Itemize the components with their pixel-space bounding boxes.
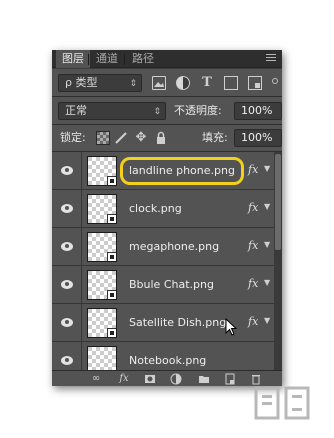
eye-icon: [61, 204, 73, 213]
layer-row[interactable]: megaphone.png fx ▼: [52, 228, 274, 266]
visibility-toggle[interactable]: [52, 228, 82, 266]
eye-icon: [61, 356, 73, 365]
link-layers-icon[interactable]: ∞: [90, 373, 102, 385]
tab-layers[interactable]: 图层: [56, 50, 90, 68]
layer-effects-icon[interactable]: fx: [248, 315, 258, 328]
filter-row: ρ 类型 ⇕ T: [52, 69, 282, 97]
expand-effects-icon[interactable]: ▼: [264, 316, 270, 325]
lock-image-pixels-icon[interactable]: [114, 131, 128, 145]
visibility-toggle[interactable]: [52, 152, 82, 190]
layer-name[interactable]: clock.png: [129, 202, 182, 215]
scrollbar-thumb[interactable]: [275, 154, 281, 250]
adjustment-filter-icon[interactable]: [176, 76, 190, 90]
smart-object-badge-icon: [107, 290, 116, 299]
layer-row[interactable]: clock.png fx ▼: [52, 190, 274, 228]
smart-object-badge-icon: [107, 328, 116, 337]
layer-thumbnail[interactable]: [87, 232, 117, 262]
smart-object-badge-icon: [107, 252, 116, 261]
expand-effects-icon[interactable]: ▼: [264, 202, 270, 211]
layer-thumbnail[interactable]: [87, 156, 117, 186]
fill-value: 100%: [241, 131, 273, 144]
panel-footer: ∞ fx: [52, 370, 282, 386]
panel-tab-bar: 图层 通道 路径: [52, 50, 282, 68]
layer-effects-icon[interactable]: fx: [248, 239, 258, 252]
smart-object-badge-icon: [107, 176, 116, 185]
visibility-toggle[interactable]: [52, 190, 82, 228]
tab-paths[interactable]: 路径: [126, 50, 160, 68]
blend-mode-select[interactable]: 正常 ⇕: [58, 102, 166, 120]
shape-filter-icon[interactable]: [224, 76, 238, 90]
type-filter-icon[interactable]: T: [200, 76, 214, 90]
filter-toggle-icon[interactable]: [272, 78, 278, 84]
lock-all-icon[interactable]: [154, 131, 168, 145]
fill-label: 填充:: [202, 131, 228, 144]
layer-name[interactable]: Notebook.png: [129, 354, 206, 367]
select-arrow-icon: ⇕: [153, 107, 161, 117]
tab-divider: [124, 54, 125, 65]
layer-effects-icon[interactable]: fx: [248, 163, 258, 176]
layer-thumbnail[interactable]: [87, 308, 117, 338]
group-folder-icon[interactable]: [198, 373, 210, 385]
layer-name[interactable]: Satellite Dish.png: [129, 316, 226, 329]
visibility-toggle[interactable]: [52, 304, 82, 342]
visibility-toggle[interactable]: [52, 266, 82, 304]
new-layer-icon[interactable]: [224, 373, 236, 385]
opacity-value: 100%: [241, 104, 273, 117]
filter-kind-label: ρ 类型: [65, 76, 98, 89]
image-filter-icon[interactable]: [152, 76, 166, 90]
smart-object-badge-icon: [107, 214, 116, 223]
adjustment-layer-icon[interactable]: [170, 373, 182, 385]
layer-thumbnail[interactable]: [87, 194, 117, 224]
layers-panel: 图层 通道 路径 ρ 类型 ⇕ T 正常 ⇕ 不透明度: 100% 锁定: ✥ …: [52, 50, 282, 386]
opacity-label: 不透明度:: [174, 104, 222, 117]
tab-channels[interactable]: 通道: [90, 50, 124, 68]
layer-name[interactable]: Bbule Chat.png: [129, 278, 214, 291]
lock-label: 锁定:: [60, 131, 86, 144]
eye-icon: [61, 242, 73, 251]
watermark-logo-icon: [254, 386, 310, 420]
page: 图层 通道 路径 ρ 类型 ⇕ T 正常 ⇕ 不透明度: 100% 锁定: ✥ …: [0, 0, 334, 438]
lock-transparent-pixels-icon[interactable]: [96, 131, 110, 145]
tab-divider: [88, 54, 89, 65]
mask-icon[interactable]: [144, 373, 156, 385]
eye-icon: [61, 280, 73, 289]
panel-menu-icon[interactable]: [266, 54, 276, 64]
layer-name[interactable]: megaphone.png: [129, 240, 219, 253]
expand-effects-icon[interactable]: ▼: [264, 240, 270, 249]
layer-row[interactable]: Bbule Chat.png fx ▼: [52, 266, 274, 304]
mouse-cursor-icon: [225, 318, 238, 336]
lock-position-icon[interactable]: ✥: [134, 131, 148, 145]
lock-row: 锁定: ✥ 填充: 100%: [52, 125, 282, 152]
layers-list: landline phone.png fx ▼ clock.png fx ▼ m…: [52, 152, 282, 380]
layer-effects-icon[interactable]: fx: [248, 201, 258, 214]
highlight-annotation: [120, 157, 244, 185]
filter-kind-select[interactable]: ρ 类型 ⇕: [58, 74, 142, 92]
eye-icon: [61, 318, 73, 327]
fx-icon[interactable]: fx: [118, 373, 130, 385]
eye-icon: [61, 166, 73, 175]
trash-icon[interactable]: [250, 373, 262, 385]
layer-row[interactable]: landline phone.png fx ▼: [52, 152, 274, 190]
expand-effects-icon[interactable]: ▼: [264, 164, 270, 173]
opacity-field[interactable]: 100%: [234, 102, 282, 120]
smart-object-filter-icon[interactable]: [248, 76, 262, 90]
site-watermark-logo: [234, 386, 330, 436]
layer-row[interactable]: Satellite Dish.png fx ▼: [52, 304, 274, 342]
expand-effects-icon[interactable]: ▼: [264, 278, 270, 287]
layer-effects-icon[interactable]: fx: [248, 277, 258, 290]
blend-row: 正常 ⇕ 不透明度: 100%: [52, 97, 282, 125]
select-arrow-icon: ⇕: [129, 79, 137, 89]
layer-thumbnail[interactable]: [87, 270, 117, 300]
layers-scrollbar[interactable]: [274, 152, 282, 370]
blend-mode-value: 正常: [65, 104, 87, 117]
fill-field[interactable]: 100%: [234, 129, 282, 147]
